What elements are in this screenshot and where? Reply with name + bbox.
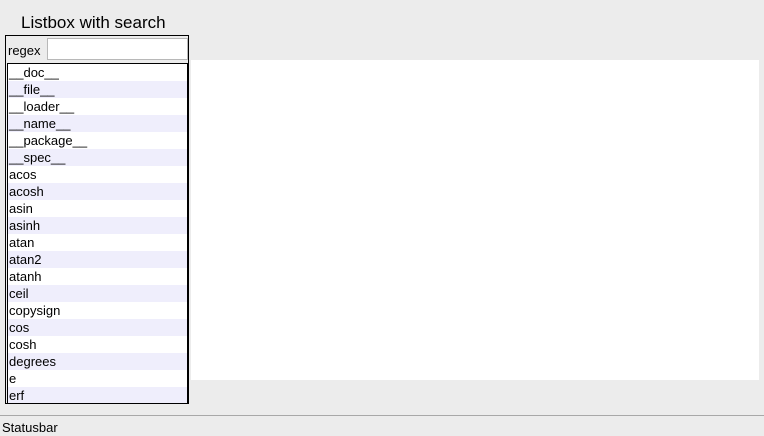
list-item[interactable]: asinh [8, 217, 187, 234]
list-item[interactable]: __package__ [8, 132, 187, 149]
listbox-search-panel: regex __doc__ __file__ __loader__ __name__ _… [5, 35, 189, 404]
list-item[interactable]: __spec__ [8, 149, 187, 166]
main-content-area [191, 60, 759, 380]
regex-label: regex [8, 43, 41, 58]
list-item[interactable]: ceil [8, 285, 187, 302]
list-item[interactable]: __file__ [8, 81, 187, 98]
list-item[interactable]: acos [8, 166, 187, 183]
statusbar-text: Statusbar [2, 420, 58, 435]
list-item[interactable]: atanh [8, 268, 187, 285]
window-title: Listbox with search [21, 13, 166, 32]
list-item[interactable]: __name__ [8, 115, 187, 132]
list-item[interactable]: copysign [8, 302, 187, 319]
list-item[interactable]: asin [8, 200, 187, 217]
list-item[interactable]: cosh [8, 336, 187, 353]
list-item[interactable]: e [8, 370, 187, 387]
list-item[interactable]: degrees [8, 353, 187, 370]
list-item[interactable]: atan [8, 234, 187, 251]
regex-search-input[interactable] [47, 38, 188, 60]
list-item[interactable]: acosh [8, 183, 187, 200]
listbox[interactable]: __doc__ __file__ __loader__ __name__ __packa… [7, 63, 188, 404]
list-item[interactable]: __doc__ [8, 64, 187, 81]
list-item[interactable]: __loader__ [8, 98, 187, 115]
list-item[interactable]: cos [8, 319, 187, 336]
list-item[interactable]: atan2 [8, 251, 187, 268]
statusbar: Statusbar [0, 415, 764, 436]
list-item[interactable]: erf [8, 387, 187, 403]
